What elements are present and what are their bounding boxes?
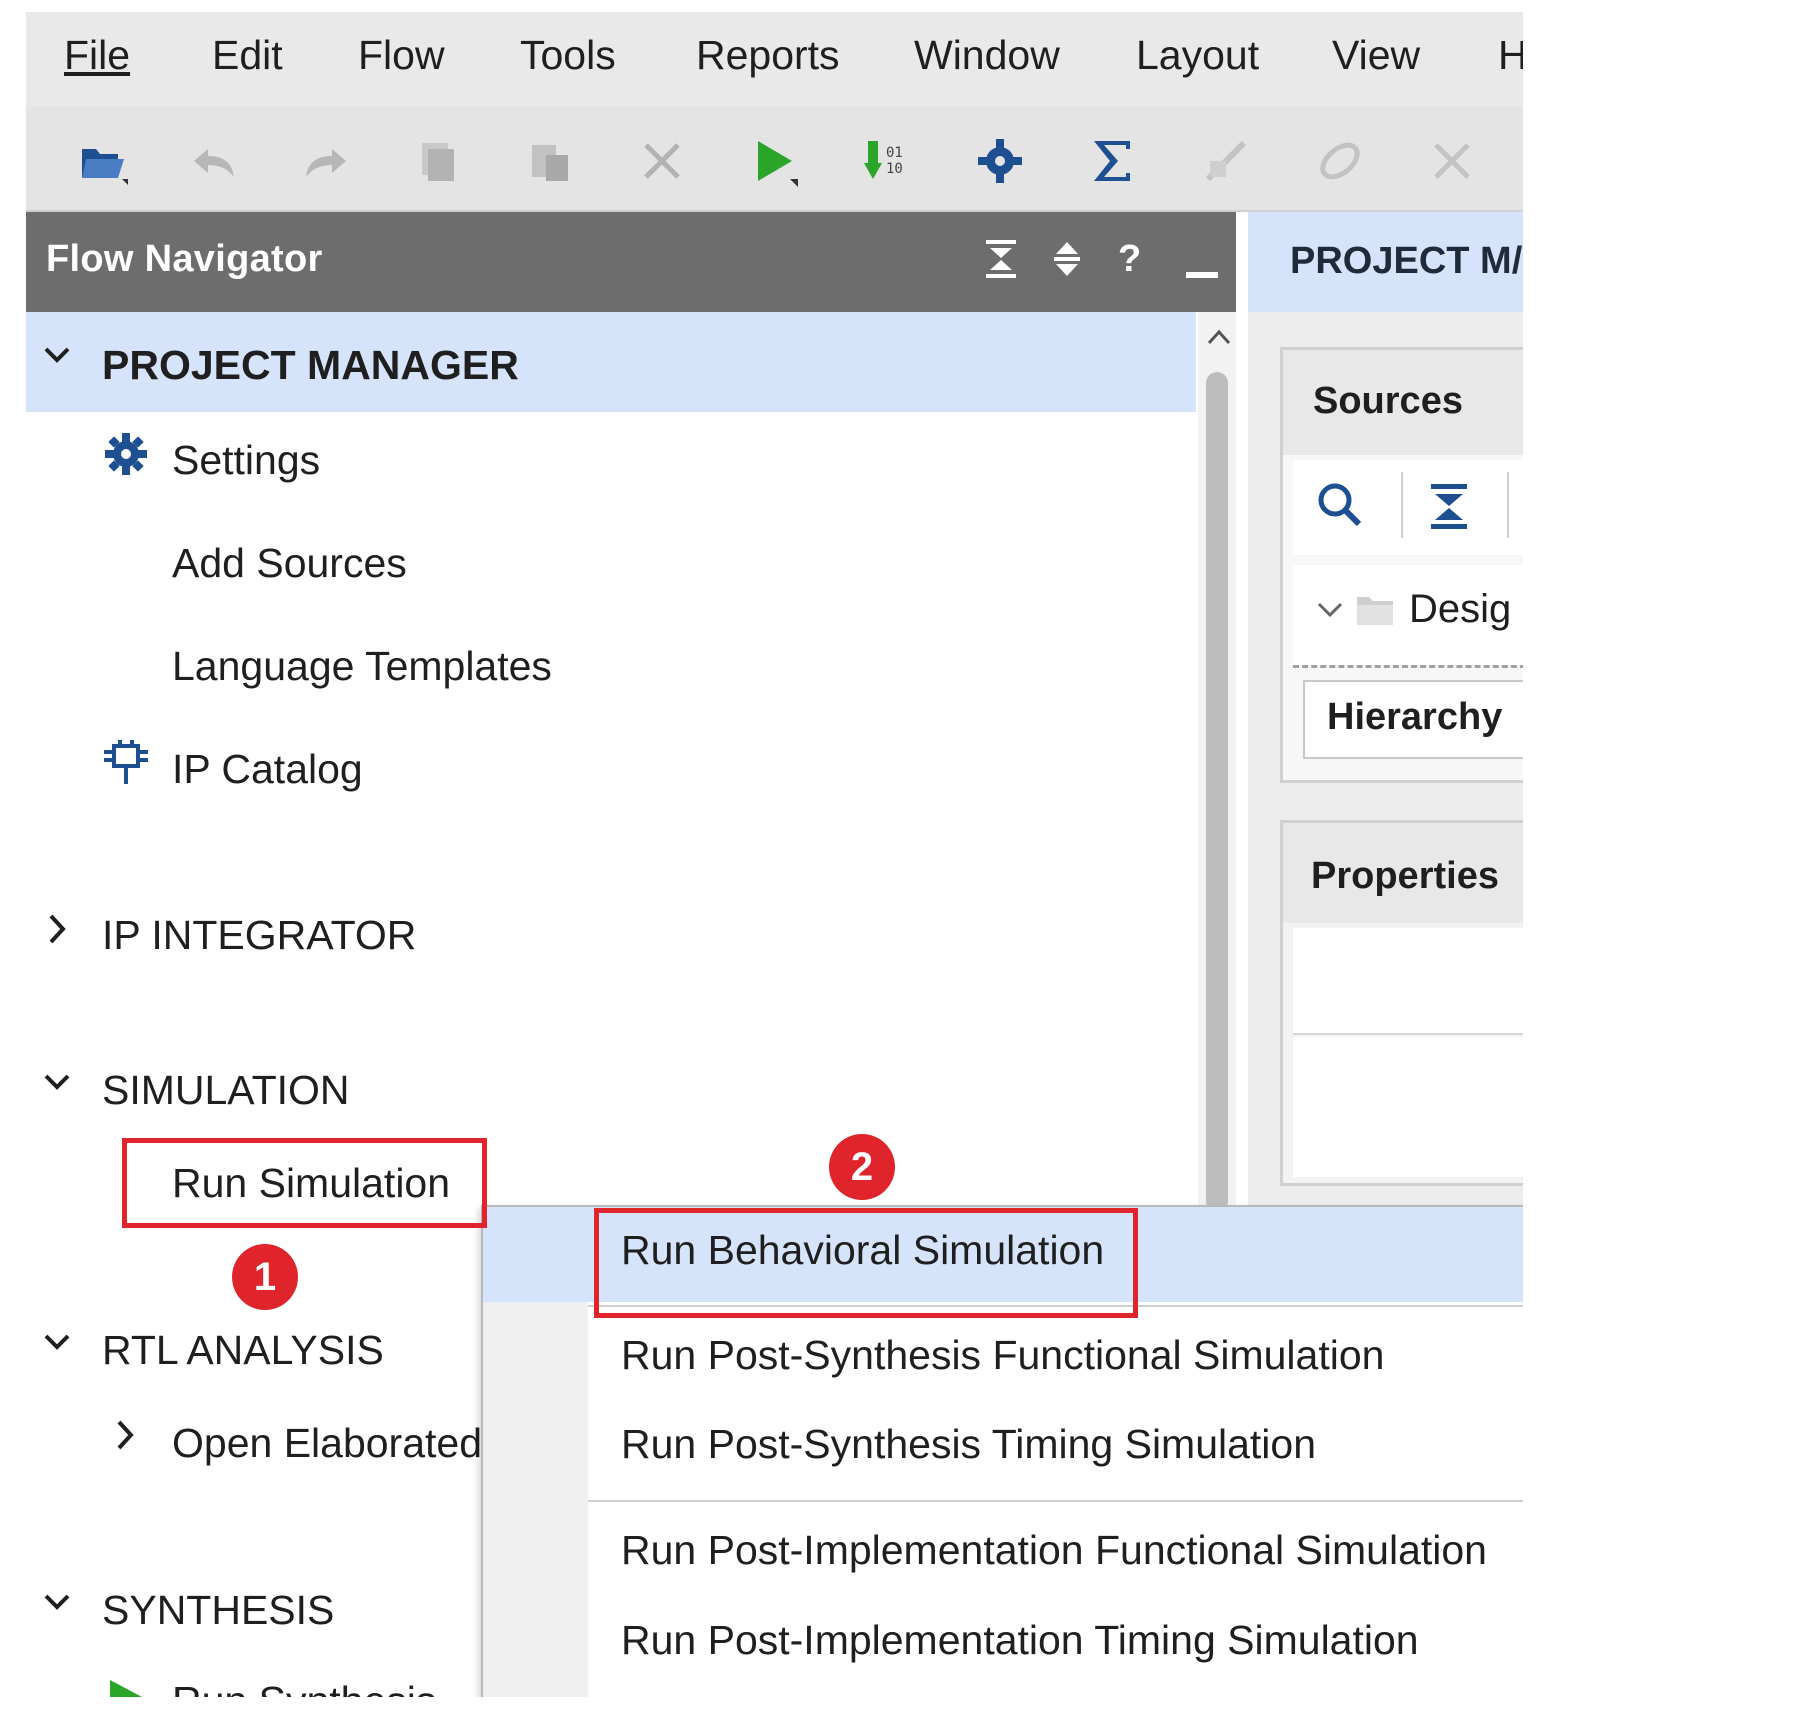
chevron-down-icon[interactable] bbox=[1315, 597, 1345, 628]
properties-title: Properties bbox=[1311, 855, 1499, 897]
sources-title: Sources bbox=[1313, 380, 1463, 422]
chevron-right-icon[interactable] bbox=[110, 1418, 140, 1461]
sources-toolbar bbox=[1293, 460, 1523, 555]
minimize-icon[interactable] bbox=[1186, 272, 1218, 278]
paste-icon[interactable] bbox=[522, 135, 578, 187]
menu-window[interactable]: Window bbox=[914, 32, 1060, 79]
gear-icon bbox=[102, 430, 150, 483]
project-manager-panel-header: PROJECT M/ bbox=[1248, 212, 1523, 312]
chevron-down-icon[interactable] bbox=[42, 1587, 72, 1626]
menu-view[interactable]: View bbox=[1332, 32, 1420, 79]
menu-item-run-post-synthesis-functional-simulation[interactable]: Run Post-Synthesis Functional Simulation bbox=[621, 1332, 1384, 1379]
svg-text:10: 10 bbox=[886, 161, 903, 177]
collapse-all-icon[interactable] bbox=[1427, 480, 1471, 537]
nav-item-add-sources[interactable]: Add Sources bbox=[172, 540, 407, 587]
chevron-right-icon[interactable] bbox=[42, 912, 72, 955]
menu-help[interactable]: H bbox=[1498, 32, 1523, 79]
annotation-badge-2: 2 bbox=[829, 1134, 895, 1200]
nav-item-language-templates[interactable]: Language Templates bbox=[172, 643, 552, 690]
chevron-down-icon[interactable] bbox=[42, 1327, 72, 1366]
nav-item-open-elaborated[interactable]: Open Elaborated bbox=[172, 1420, 482, 1467]
properties-window: Properties bbox=[1280, 820, 1523, 1186]
tool-2-icon[interactable] bbox=[1312, 135, 1368, 187]
run-synthesis-play-icon bbox=[104, 1676, 148, 1697]
help-icon[interactable]: ? bbox=[1118, 238, 1141, 281]
menu-tools[interactable]: Tools bbox=[520, 32, 616, 79]
menu-item-run-post-synthesis-timing-simulation[interactable]: Run Post-Synthesis Timing Simulation bbox=[621, 1421, 1316, 1468]
open-project-icon[interactable] bbox=[74, 135, 130, 187]
toolbar-divider bbox=[1507, 472, 1509, 538]
nav-item-settings[interactable]: Settings bbox=[172, 437, 320, 484]
toolbar-divider bbox=[1401, 472, 1403, 538]
flow-navigator-title: Flow Navigator bbox=[46, 238, 323, 280]
section-title-simulation[interactable]: SIMULATION bbox=[102, 1067, 350, 1114]
sources-tree: Desig bbox=[1293, 565, 1523, 668]
vivado-window: File Edit Flow Tools Reports Window Layo… bbox=[26, 12, 1523, 1697]
generate-bitstream-icon[interactable]: 01 10 bbox=[860, 135, 916, 187]
menu-edit[interactable]: Edit bbox=[212, 32, 283, 79]
menu-layout[interactable]: Layout bbox=[1136, 32, 1259, 79]
nav-item-ip-catalog[interactable]: IP Catalog bbox=[172, 746, 363, 793]
properties-row bbox=[1293, 1037, 1523, 1177]
section-title-synthesis[interactable]: SYNTHESIS bbox=[102, 1587, 334, 1634]
section-title-ip-integrator[interactable]: IP INTEGRATOR bbox=[102, 912, 416, 959]
tree-item-design-sources[interactable]: Desig bbox=[1409, 587, 1511, 632]
annotation-badge-1: 1 bbox=[232, 1244, 298, 1310]
run-icon[interactable] bbox=[746, 135, 802, 187]
sources-window: Sources Desig Hierarchy bbox=[1280, 347, 1523, 783]
scrollbar-thumb[interactable] bbox=[1206, 372, 1228, 1212]
annotation-box-run-behavioral-simulation bbox=[594, 1208, 1138, 1318]
folder-icon bbox=[1355, 593, 1395, 632]
tool-3-icon[interactable] bbox=[1424, 135, 1480, 187]
redo-icon[interactable] bbox=[298, 135, 354, 187]
undo-icon[interactable] bbox=[186, 135, 242, 187]
menu-item-run-post-implementation-functional-simulation[interactable]: Run Post-Implementation Functional Simul… bbox=[621, 1527, 1487, 1574]
menu-item-run-post-implementation-timing-simulation[interactable]: Run Post-Implementation Timing Simulatio… bbox=[621, 1617, 1419, 1664]
properties-row bbox=[1293, 928, 1523, 1035]
project-manager-panel-title: PROJECT M/ bbox=[1290, 240, 1523, 282]
svg-text:01: 01 bbox=[886, 145, 903, 161]
menu-reports[interactable]: Reports bbox=[696, 32, 840, 79]
flow-navigator-header: Flow Navigator ? bbox=[26, 212, 1236, 312]
menu-bar: File Edit Flow Tools Reports Window Layo… bbox=[26, 12, 1523, 107]
menu-file[interactable]: File bbox=[64, 32, 130, 79]
chevron-down-icon[interactable] bbox=[42, 1067, 72, 1106]
sources-header: Sources bbox=[1283, 350, 1523, 455]
annotation-box-run-simulation bbox=[122, 1138, 487, 1228]
report-sum-icon[interactable] bbox=[1084, 135, 1140, 187]
tab-hierarchy[interactable]: Hierarchy bbox=[1303, 680, 1523, 759]
collapse-all-icon[interactable] bbox=[984, 234, 1018, 294]
section-title-rtl-analysis[interactable]: RTL ANALYSIS bbox=[102, 1327, 384, 1374]
copy-icon[interactable] bbox=[410, 135, 466, 187]
ip-catalog-icon bbox=[102, 738, 150, 795]
nav-item-run-synthesis[interactable]: Run Synthesis bbox=[172, 1678, 436, 1697]
menu-separator bbox=[588, 1500, 1523, 1502]
menu-flow[interactable]: Flow bbox=[358, 32, 445, 79]
chevron-down-icon[interactable] bbox=[42, 340, 72, 379]
delete-icon[interactable] bbox=[634, 135, 690, 187]
section-title-project-manager: PROJECT MANAGER bbox=[102, 342, 519, 388]
properties-header: Properties bbox=[1283, 823, 1523, 923]
toolbar: 01 10 bbox=[26, 107, 1523, 212]
settings-icon[interactable] bbox=[972, 135, 1028, 187]
expand-all-icon[interactable] bbox=[1050, 234, 1084, 294]
tool-1-icon[interactable] bbox=[1198, 135, 1254, 187]
tab-hierarchy-label: Hierarchy bbox=[1327, 696, 1503, 738]
scroll-up-icon[interactable] bbox=[1206, 322, 1232, 354]
search-icon[interactable] bbox=[1315, 480, 1367, 537]
